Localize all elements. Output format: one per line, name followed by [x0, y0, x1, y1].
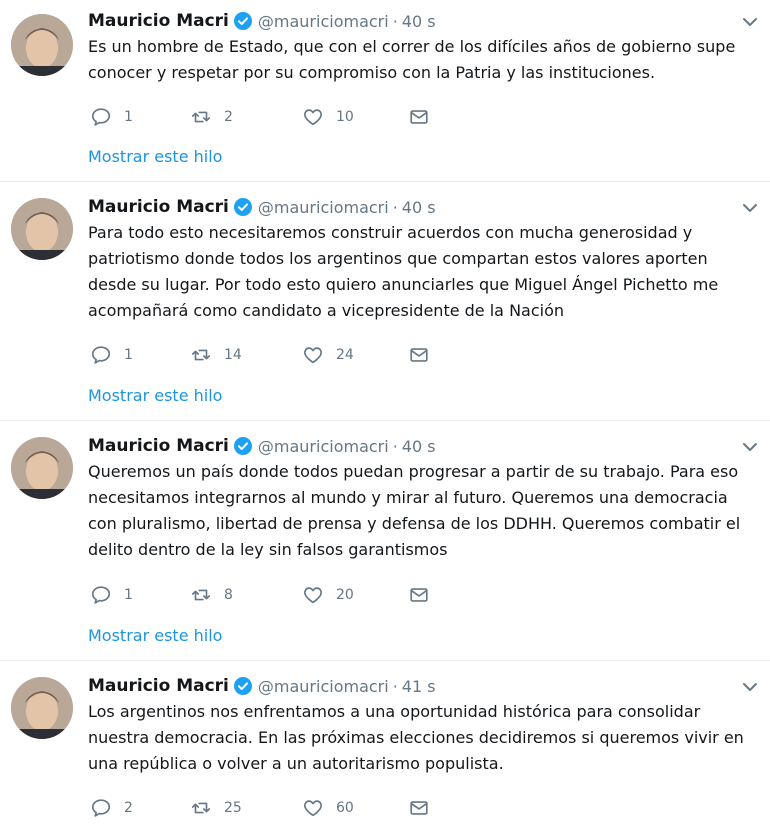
tweet[interactable]: Mauricio Macri @mauriciomacri · 40 s Que… [0, 421, 770, 659]
like-button[interactable]: 10 [302, 106, 354, 128]
chevron-down-icon[interactable] [740, 12, 760, 32]
chevron-down-icon[interactable] [740, 677, 760, 697]
reply-icon [91, 346, 111, 364]
tweet-text: Es un hombre de Estado, que con el corre… [88, 37, 736, 82]
envelope-icon [410, 588, 428, 602]
tweet-text: Queremos un país donde todos puedan prog… [88, 462, 741, 559]
like-count: 10 [336, 109, 354, 125]
reply-button[interactable]: 1 [90, 584, 133, 606]
avatar[interactable] [11, 677, 73, 739]
show-thread-link[interactable]: Mostrar este hilo [88, 626, 222, 645]
envelope-icon [410, 110, 428, 124]
direct-message-button[interactable] [408, 584, 430, 606]
heart-icon [304, 109, 322, 126]
author-name[interactable]: Mauricio Macri [88, 11, 229, 31]
like-button[interactable]: 60 [302, 797, 354, 819]
retweet-count: 25 [224, 800, 242, 816]
reply-button[interactable]: 1 [90, 106, 133, 128]
timestamp[interactable]: 40 s [402, 12, 436, 31]
author-name[interactable]: Mauricio Macri [88, 197, 229, 217]
reply-button[interactable]: 2 [90, 797, 133, 819]
avatar[interactable] [11, 198, 73, 260]
verified-badge-icon [233, 437, 252, 455]
avatar[interactable] [11, 14, 73, 76]
retweet-icon [191, 111, 211, 123]
retweet-button[interactable]: 25 [190, 797, 242, 819]
reply-count: 1 [124, 587, 133, 603]
direct-message-button[interactable] [408, 106, 430, 128]
reply-count: 1 [124, 109, 133, 125]
heart-icon [304, 587, 322, 604]
author-handle[interactable]: @mauriciomacri [258, 677, 389, 696]
direct-message-button[interactable] [408, 797, 430, 819]
verified-badge-icon [233, 12, 252, 30]
separator: · [392, 197, 398, 217]
retweet-count: 14 [224, 347, 242, 363]
like-count: 60 [336, 800, 354, 816]
retweet-button[interactable]: 14 [190, 344, 242, 366]
verified-badge-icon [233, 198, 252, 216]
retweet-icon [191, 349, 211, 361]
like-button[interactable]: 24 [302, 344, 354, 366]
direct-message-button[interactable] [408, 344, 430, 366]
separator: · [392, 676, 398, 696]
retweet-icon [191, 589, 211, 601]
retweet-button[interactable]: 8 [190, 584, 233, 606]
chevron-down-icon[interactable] [740, 437, 760, 457]
heart-icon [304, 800, 322, 817]
heart-icon [304, 347, 322, 364]
show-thread-link[interactable]: Mostrar este hilo [88, 386, 222, 405]
retweet-count: 2 [224, 109, 233, 125]
author-name[interactable]: Mauricio Macri [88, 436, 229, 456]
author-handle[interactable]: @mauriciomacri [258, 198, 389, 217]
timestamp[interactable]: 41 s [402, 677, 436, 696]
retweet-count: 8 [224, 587, 233, 603]
separator: · [392, 436, 398, 456]
reply-icon [91, 586, 111, 604]
retweet-button[interactable]: 2 [190, 106, 233, 128]
author-handle[interactable]: @mauriciomacri [258, 12, 389, 31]
like-button[interactable]: 20 [302, 584, 354, 606]
author-handle[interactable]: @mauriciomacri [258, 437, 389, 456]
tweet-text: Los argentinos nos enfrentamos a una opo… [88, 702, 744, 773]
separator: · [392, 11, 398, 31]
author-name[interactable]: Mauricio Macri [88, 676, 229, 696]
tweet-text: Para todo esto necesitaremos construir a… [88, 223, 719, 320]
envelope-icon [410, 801, 428, 815]
like-count: 24 [336, 347, 354, 363]
tweet[interactable]: Mauricio Macri @mauriciomacri · 40 s Es … [0, 0, 770, 180]
avatar[interactable] [11, 437, 73, 499]
reply-icon [91, 108, 111, 126]
show-thread-link[interactable]: Mostrar este hilo [88, 147, 222, 166]
verified-badge-icon [233, 677, 252, 695]
like-count: 20 [336, 587, 354, 603]
reply-button[interactable]: 1 [90, 344, 133, 366]
reply-count: 1 [124, 347, 133, 363]
tweet[interactable]: Mauricio Macri @mauriciomacri · 40 s Par… [0, 182, 770, 418]
chevron-down-icon[interactable] [740, 198, 760, 218]
envelope-icon [410, 348, 428, 362]
tweet[interactable]: Mauricio Macri @mauriciomacri · 41 s Los… [0, 661, 770, 832]
retweet-icon [191, 802, 211, 814]
reply-count: 2 [124, 800, 133, 816]
timestamp[interactable]: 40 s [402, 198, 436, 217]
timestamp[interactable]: 40 s [402, 437, 436, 456]
reply-icon [91, 799, 111, 817]
